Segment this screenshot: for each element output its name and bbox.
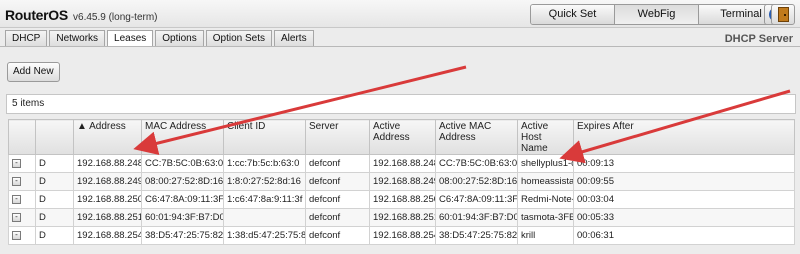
address-cell: 192.168.88.249: [73, 172, 142, 191]
active-address-cell: 192.168.88.250: [369, 190, 436, 209]
active-address-cell: 192.168.88.249: [369, 172, 436, 191]
flag-cell: D: [35, 154, 74, 173]
active-address-cell: 192.168.88.248: [369, 154, 436, 173]
active-mac-cell: C6:47:8A:09:11:3F: [435, 190, 518, 209]
tab-option-sets[interactable]: Option Sets: [205, 30, 273, 47]
brand: RouterOS v6.45.9 (long-term): [5, 7, 158, 23]
server-cell: defconf: [305, 226, 370, 245]
page-title: DHCP Server: [724, 33, 793, 45]
active-mac-cell: 08:00:27:52:8D:16: [435, 172, 518, 191]
col-active-address-label: Active Address: [373, 121, 410, 143]
tab-options[interactable]: Options: [155, 30, 204, 47]
mode-switch: Quick Set WebFig Terminal: [530, 4, 784, 25]
col-address[interactable]: ▲ Address: [73, 119, 142, 155]
expires-cell: 00:03:04: [573, 190, 795, 209]
col-active-mac-address[interactable]: Active MAC Address: [435, 119, 518, 155]
brand-name: RouterOS: [5, 7, 68, 23]
mac-cell: 38:D5:47:25:75:82: [141, 226, 224, 245]
tab-alerts[interactable]: Alerts: [274, 30, 314, 47]
table-row[interactable]: - D 192.168.88.249 08:00:27:52:8D:16 1:8…: [8, 172, 795, 191]
tab-leases[interactable]: Leases: [107, 30, 154, 47]
host-name-cell: krill: [517, 226, 574, 245]
address-cell: 192.168.88.254: [73, 226, 142, 245]
active-mac-cell: CC:7B:5C:0B:63:00: [435, 154, 518, 173]
table-row[interactable]: - D 192.168.88.250 C6:47:8A:09:11:3F 1:c…: [8, 190, 795, 209]
host-name-cell: homeassistant: [517, 172, 574, 191]
expires-cell: 00:09:55: [573, 172, 795, 191]
mac-cell: CC:7B:5C:0B:63:00: [141, 154, 224, 173]
remove-cell: -: [8, 190, 36, 209]
active-address-cell: 192.168.88.254: [369, 226, 436, 245]
tab-networks[interactable]: Networks: [49, 30, 106, 47]
remove-cell: -: [8, 154, 36, 173]
expires-cell: 00:09:13: [573, 154, 795, 173]
server-cell: defconf: [305, 208, 370, 227]
item-count: 5 items: [6, 94, 796, 114]
col-remove: [8, 119, 36, 155]
remove-button[interactable]: -: [12, 194, 21, 204]
leases-table: ▲ Address MAC Address Client ID Server A…: [8, 119, 795, 245]
mac-cell: 60:01:94:3F:B7:D0: [141, 208, 224, 227]
col-expires-after[interactable]: Expires After: [573, 119, 795, 155]
col-client-id[interactable]: Client ID: [223, 119, 306, 155]
add-new-button[interactable]: Add New: [7, 62, 60, 82]
server-cell: defconf: [305, 172, 370, 191]
client-id-cell: 1:8:0:27:52:8d:16: [223, 172, 306, 191]
quick-set-button[interactable]: Quick Set: [531, 5, 615, 24]
remove-button[interactable]: -: [12, 158, 21, 168]
expires-cell: 00:05:33: [573, 208, 795, 227]
mac-cell: 08:00:27:52:8D:16: [141, 172, 224, 191]
table-row[interactable]: - D 192.168.88.254 38:D5:47:25:75:82 1:3…: [8, 226, 795, 245]
server-cell: defconf: [305, 154, 370, 173]
table-row[interactable]: - D 192.168.88.251 60:01:94:3F:B7:D0 def…: [8, 208, 795, 227]
col-server[interactable]: Server: [305, 119, 370, 155]
client-id-cell: 1:38:d5:47:25:75:82: [223, 226, 306, 245]
mac-cell: C6:47:8A:09:11:3F: [141, 190, 224, 209]
server-cell: defconf: [305, 190, 370, 209]
webfig-button[interactable]: WebFig: [615, 5, 699, 24]
remove-button[interactable]: -: [12, 212, 21, 222]
tab-bar: DHCP Networks Leases Options Option Sets…: [5, 30, 316, 47]
active-address-cell: 192.168.88.251: [369, 208, 436, 227]
active-mac-cell: 60:01:94:3F:B7:D0: [435, 208, 518, 227]
flag-cell: D: [35, 226, 74, 245]
col-active-host-name[interactable]: Active Host Name: [517, 119, 574, 155]
remove-cell: -: [8, 172, 36, 191]
client-id-cell: [223, 208, 306, 227]
client-id-cell: 1:cc:7b:5c:b:63:0: [223, 154, 306, 173]
logout-door-icon: [777, 7, 789, 22]
col-flags: [35, 119, 74, 155]
divider: [0, 46, 800, 47]
remove-cell: -: [8, 226, 36, 245]
remove-cell: -: [8, 208, 36, 227]
col-active-address[interactable]: Active Address: [369, 119, 436, 155]
flag-cell: D: [35, 190, 74, 209]
header-row: ▲ Address MAC Address Client ID Server A…: [8, 119, 795, 155]
version-label: v6.45.9 (long-term): [73, 12, 158, 23]
col-mac-address[interactable]: MAC Address: [141, 119, 224, 155]
flag-cell: D: [35, 208, 74, 227]
top-bar: RouterOS v6.45.9 (long-term) Quick Set W…: [0, 0, 800, 28]
expires-cell: 00:06:31: [573, 226, 795, 245]
host-name-cell: Redmi-Note-1: [517, 190, 574, 209]
remove-button[interactable]: -: [12, 176, 21, 186]
host-name-cell: shellyplus1-cc: [517, 154, 574, 173]
address-cell: 192.168.88.248: [73, 154, 142, 173]
col-active-host-label: Active Host Name: [521, 121, 549, 154]
active-mac-cell: 38:D5:47:25:75:82: [435, 226, 518, 245]
address-cell: 192.168.88.251: [73, 208, 142, 227]
host-name-cell: tasmota-3FB7: [517, 208, 574, 227]
table-row[interactable]: - D 192.168.88.248 CC:7B:5C:0B:63:00 1:c…: [8, 154, 795, 173]
col-active-mac-label: Active MAC Address: [439, 121, 492, 143]
tab-dhcp[interactable]: DHCP: [5, 30, 48, 47]
remove-button[interactable]: -: [12, 230, 21, 240]
address-cell: 192.168.88.250: [73, 190, 142, 209]
flag-cell: D: [35, 172, 74, 191]
logout-button[interactable]: [771, 4, 795, 25]
client-id-cell: 1:c6:47:8a:9:11:3f: [223, 190, 306, 209]
